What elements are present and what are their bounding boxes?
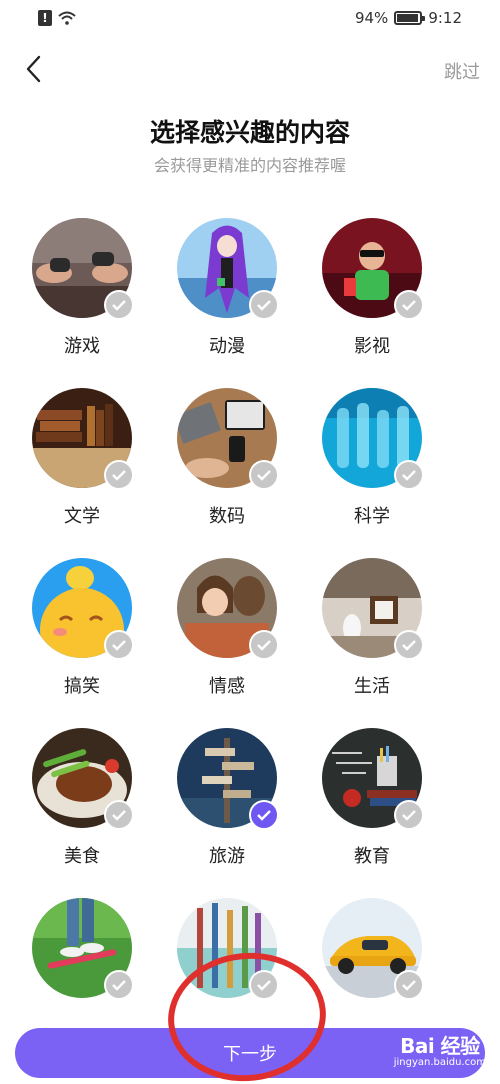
- status-left: !: [38, 10, 76, 26]
- status-bar: ! 94% 9:12: [0, 0, 500, 40]
- category-label: 生活: [354, 676, 390, 697]
- chevron-left-icon: [26, 55, 41, 83]
- category-label: 情感: [209, 676, 245, 697]
- back-button[interactable]: [18, 52, 48, 86]
- check-icon[interactable]: [249, 630, 279, 660]
- category-label: 美食: [64, 846, 100, 867]
- battery-percent: 94%: [354, 9, 389, 27]
- check-icon[interactable]: [104, 290, 134, 320]
- category-digital[interactable]: 数码: [177, 388, 279, 527]
- category-literature[interactable]: 文学: [32, 388, 134, 527]
- check-icon[interactable]: [394, 970, 424, 1000]
- category-travel[interactable]: 旅游: [177, 728, 279, 867]
- check-icon[interactable]: [104, 460, 134, 490]
- category-label: 游戏: [64, 336, 100, 357]
- category-science[interactable]: 科学: [322, 388, 424, 527]
- category-label: 动漫: [209, 336, 245, 357]
- check-icon[interactable]: [394, 290, 424, 320]
- category-label: 教育: [354, 846, 390, 867]
- status-right: 94% 9:12: [355, 9, 462, 27]
- category-label: 影视: [354, 336, 390, 357]
- category-label: 旅游: [209, 846, 245, 867]
- category-label: 搞笑: [64, 676, 100, 697]
- category-emotion[interactable]: 情感: [177, 558, 279, 697]
- check-icon[interactable]: [394, 630, 424, 660]
- category-art[interactable]: [177, 898, 279, 1000]
- category-label: 科学: [354, 506, 390, 527]
- category-education[interactable]: 教育: [322, 728, 424, 867]
- check-icon[interactable]: [104, 630, 134, 660]
- page-subtitle: 会获得更精准的内容推荐喔: [153, 156, 346, 175]
- category-label: 数码: [209, 506, 245, 527]
- battery-icon: [394, 11, 426, 25]
- check-icon[interactable]: [394, 800, 424, 830]
- category-sports[interactable]: [32, 898, 134, 1000]
- category-game[interactable]: 游戏: [32, 218, 134, 357]
- category-grid: 游戏 动漫 影视 文学 数码 科学 搞笑 情感 生活 美食 旅游 教育: [32, 218, 468, 1000]
- clock: 9:12: [428, 9, 462, 27]
- wifi-icon: [58, 11, 76, 25]
- category-food[interactable]: 美食: [32, 728, 134, 867]
- check-icon[interactable]: [249, 970, 279, 1000]
- page-title: 选择感兴趣的内容: [149, 118, 350, 147]
- alert-icon: !: [38, 10, 52, 26]
- category-funny[interactable]: 搞笑: [32, 558, 134, 697]
- category-film[interactable]: 影视: [322, 218, 424, 357]
- check-icon[interactable]: [104, 970, 134, 1000]
- baidu-jingyan-watermark: Bai 经验 jingyan.baidu.com: [394, 1030, 486, 1068]
- check-icon[interactable]: [249, 800, 279, 830]
- check-icon[interactable]: [249, 290, 279, 320]
- check-icon[interactable]: [394, 460, 424, 490]
- watermark-sub: jingyan.baidu.com: [393, 1057, 486, 1068]
- category-life[interactable]: 生活: [322, 558, 424, 697]
- category-anime[interactable]: 动漫: [177, 218, 279, 357]
- check-icon[interactable]: [249, 460, 279, 490]
- watermark-main: Bai 经验: [400, 1034, 480, 1058]
- category-label: 文学: [64, 506, 100, 527]
- skip-button[interactable]: 跳过: [444, 58, 480, 84]
- check-icon[interactable]: [104, 800, 134, 830]
- category-cars[interactable]: [322, 898, 424, 1000]
